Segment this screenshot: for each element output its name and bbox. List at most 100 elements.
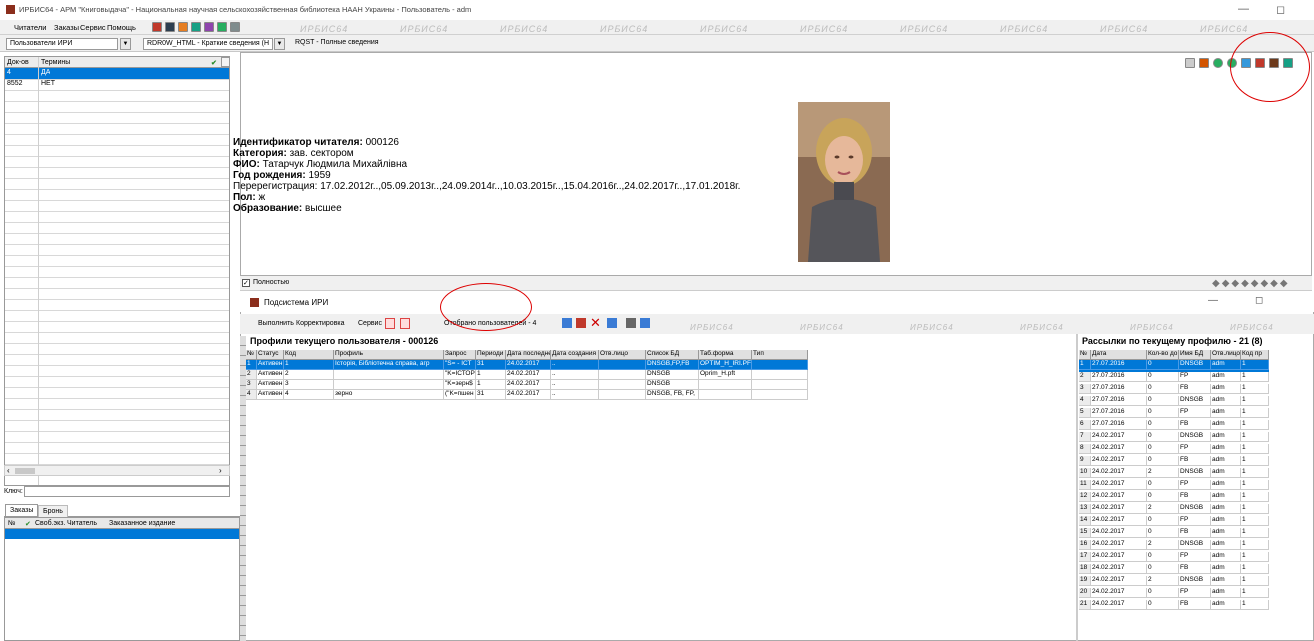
reader-sex: ж — [258, 192, 266, 203]
table-cell: adm — [1211, 420, 1241, 430]
menu-orders[interactable]: Заказы — [54, 23, 79, 32]
table-cell: 1 — [1241, 588, 1269, 598]
users-dropdown-button[interactable]: ▼ — [120, 38, 131, 50]
table-cell: adm — [1211, 576, 1241, 586]
format-dropdown-button[interactable]: ▼ — [274, 38, 285, 50]
table-cell: DNSGB — [1179, 396, 1211, 406]
table-cell: 1 — [1241, 492, 1269, 502]
col-reader[interactable]: Читатель — [67, 520, 97, 527]
iri-icon[interactable] — [385, 318, 395, 329]
reader-id-line: Идентификатор читателя: 000126 — [233, 137, 740, 148]
table-cell: 18 — [1079, 564, 1091, 574]
mailings-col[interactable]: Отв.лицо — [1211, 350, 1241, 360]
table-cell: adm — [1211, 384, 1241, 394]
service-button[interactable]: Сервис — [358, 320, 382, 327]
table-icon[interactable] — [640, 318, 650, 328]
toolbar-icon-2[interactable] — [165, 22, 175, 32]
scroll-thumb[interactable] — [15, 468, 35, 474]
profiles-col[interactable]: Дата последне — [506, 350, 551, 360]
table-cell: 3 — [284, 380, 334, 390]
horizontal-scrollbar[interactable]: ‹ › — [4, 465, 230, 476]
terms-grid[interactable]: Док-ов Термины ✔ 4 ДА 8552 НЕТ — [4, 56, 230, 486]
profiles-col[interactable]: Периоди — [476, 350, 506, 360]
tab-reserve[interactable]: Бронь — [38, 505, 68, 517]
table-cell: DNSGB — [1179, 576, 1211, 586]
toolbar-icon-4[interactable] — [191, 22, 201, 32]
profiles-col[interactable]: Код — [284, 350, 334, 360]
fully-checkbox[interactable]: ✓ — [242, 279, 250, 287]
table-cell: 0 — [1147, 420, 1179, 430]
field-label: Год рождения: — [233, 170, 306, 181]
run-button[interactable]: Выполнить — [258, 320, 294, 327]
col-num[interactable]: № — [8, 520, 16, 527]
table-cell: 1 — [246, 360, 257, 370]
profiles-col[interactable]: Статус — [257, 350, 284, 360]
profiles-col[interactable]: Таб.форма — [699, 350, 752, 360]
menu-help[interactable]: Помощь — [107, 23, 136, 32]
format-select[interactable]: RDR0W_HTML - Краткие сведения (Н — [143, 38, 273, 50]
toolbar-icon-6[interactable] — [217, 22, 227, 32]
app-icon — [6, 5, 15, 14]
mailings-col[interactable]: Дата — [1091, 350, 1147, 360]
scroll-right-icon[interactable]: › — [219, 466, 222, 475]
add-icon[interactable] — [562, 318, 572, 328]
profiles-col[interactable]: Отв.лицо — [599, 350, 646, 360]
table-cell: 1 — [1241, 576, 1269, 586]
profiles-col[interactable]: Тип — [752, 350, 808, 360]
reader-fio: Татарчук Людмила Михайлівна — [262, 159, 408, 170]
subsystem-restore-button[interactable]: ◻ — [1255, 295, 1263, 306]
table-cell — [699, 380, 752, 390]
toolbar-icon-3[interactable] — [178, 22, 188, 32]
new-iri-icon[interactable] — [400, 318, 410, 329]
filter-icon[interactable] — [607, 318, 617, 328]
edit-icon[interactable] — [1199, 58, 1209, 68]
restore-button[interactable]: ◻ — [1276, 3, 1285, 16]
table-cell: 1 — [1241, 480, 1269, 490]
correct-button[interactable]: Корректировка — [296, 320, 345, 327]
mailings-col[interactable]: № — [1079, 350, 1091, 360]
profiles-col[interactable]: Дата создания — [551, 350, 599, 360]
arrow-left-icon[interactable] — [1213, 58, 1223, 68]
query-select[interactable]: RQST - Полные сведения — [292, 38, 442, 50]
users-select[interactable]: Пользователи ИРИ — [6, 38, 118, 50]
report-icon[interactable] — [626, 318, 636, 328]
profiles-col[interactable]: № — [246, 350, 257, 360]
tab-orders[interactable]: Заказы — [5, 504, 39, 516]
panel-divider[interactable] — [1076, 334, 1078, 641]
toolbar-icon-5[interactable] — [204, 22, 214, 32]
mailings-col[interactable]: Код пр — [1241, 350, 1269, 360]
table-cell — [752, 390, 808, 400]
menu-readers[interactable]: Читатели — [14, 23, 46, 32]
toolbar-icon-1[interactable] — [152, 22, 162, 32]
table-row[interactable] — [5, 529, 239, 539]
mailings-table[interactable]: № Дата Кол-во до Имя БД Отв.лицо Код пр 1 27.07… — [1079, 350, 1314, 618]
table-cell: 1 — [1241, 432, 1269, 442]
print-icon[interactable] — [1185, 58, 1195, 68]
subsystem-minimize-button[interactable]: — — [1208, 295, 1218, 306]
menu-service[interactable]: Сервис — [80, 23, 106, 32]
table-cell: FB — [1179, 492, 1211, 502]
scroll-left-icon[interactable]: ‹ — [7, 466, 10, 475]
orders-grid[interactable]: № ✔ Своб.экз. Читатель Заказанное издани… — [4, 517, 240, 641]
delete-x-icon[interactable]: ✕ — [590, 315, 601, 331]
col-free-copies[interactable]: Своб.экз. — [35, 520, 65, 527]
collapse-button[interactable] — [221, 57, 230, 67]
profiles-table[interactable]: № Статус Код Профиль Запрос Периоди Дата после… — [246, 350, 826, 410]
profiles-col[interactable]: Профиль — [334, 350, 444, 360]
window-title: ИРБИС64 - АРМ "Книговыдача" - Национальн… — [19, 5, 472, 14]
profiles-col[interactable]: Запрос — [444, 350, 476, 360]
col-terms[interactable]: Термины — [41, 59, 70, 66]
watermark: ИРБИС64 — [1000, 24, 1049, 34]
mailings-col[interactable]: Кол-во до — [1147, 350, 1179, 360]
nav-icons[interactable]: ◆◆◆◆◆◆◆◆ — [1212, 278, 1290, 289]
table-cell: 1 — [1079, 360, 1091, 370]
profiles-col[interactable]: Список БД — [646, 350, 699, 360]
mailings-col[interactable]: Имя БД — [1179, 350, 1211, 360]
table-cell: DNSGB — [1179, 504, 1211, 514]
col-docs[interactable]: Док-ов — [7, 59, 29, 66]
key-input[interactable] — [24, 486, 230, 497]
toolbar-icon-7[interactable] — [230, 22, 240, 32]
col-ordered-item[interactable]: Заказанное издание — [109, 520, 175, 527]
sort-icon[interactable] — [576, 318, 586, 328]
minimize-button[interactable]: — — [1238, 3, 1249, 15]
